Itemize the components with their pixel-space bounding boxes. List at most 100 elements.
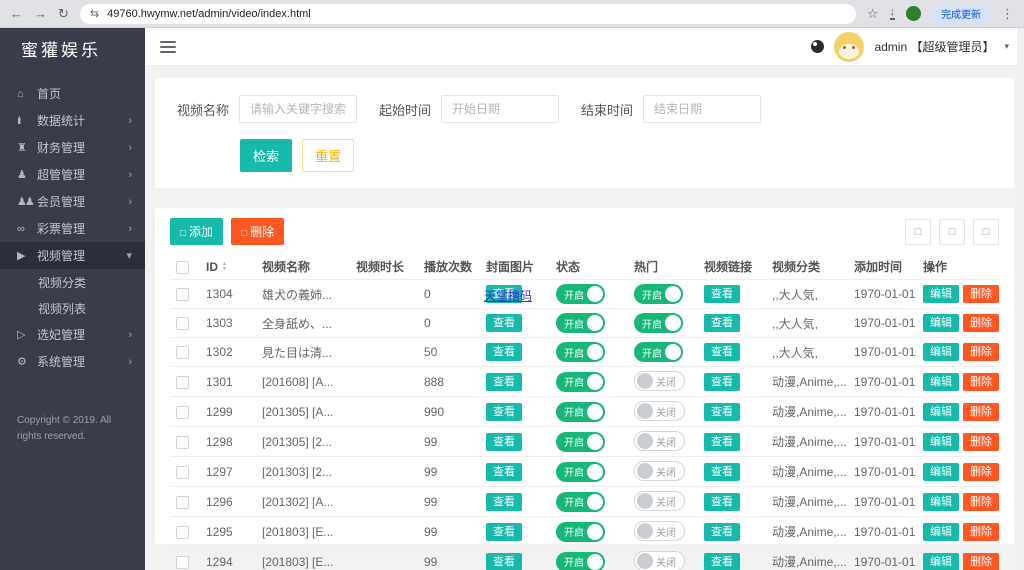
add-button[interactable]: □ 添加 <box>170 218 224 245</box>
cover-view-button[interactable]: 查看 <box>486 402 522 421</box>
row-checkbox[interactable] <box>176 525 189 539</box>
row-delete-button[interactable]: 删除 <box>963 552 999 570</box>
hot-switch[interactable]: 开启 <box>634 313 683 333</box>
row-checkbox[interactable] <box>176 375 189 389</box>
end-date-input[interactable] <box>643 95 762 123</box>
row-checkbox[interactable] <box>176 317 189 331</box>
hot-switch[interactable]: 关闭 <box>634 551 685 570</box>
row-checkbox[interactable] <box>176 435 189 449</box>
status-switch[interactable]: 开启 <box>556 284 605 304</box>
edit-button[interactable]: 编辑 <box>923 343 959 361</box>
link-view-button[interactable]: 查看 <box>704 522 740 541</box>
row-delete-button[interactable]: 删除 <box>963 522 999 541</box>
hot-switch[interactable]: 关闭 <box>634 401 685 421</box>
start-date-input[interactable] <box>441 95 560 123</box>
hot-switch[interactable]: 开启 <box>634 342 683 362</box>
edit-button[interactable]: 编辑 <box>923 462 959 481</box>
link-view-button[interactable]: 查看 <box>704 552 740 570</box>
row-delete-button[interactable]: 删除 <box>963 402 999 421</box>
hot-switch[interactable]: 关闭 <box>634 461 685 481</box>
row-delete-button[interactable]: 删除 <box>963 432 999 451</box>
cover-broken-link[interactable]: 天堂撸码 <box>484 287 532 304</box>
sidebar-item-0[interactable]: ⌂ 首页 <box>0 80 145 107</box>
edit-button[interactable]: 编辑 <box>923 314 959 332</box>
site-info-icon[interactable]: ⇆ <box>90 7 99 20</box>
sidebar-item-3[interactable]: ♟ 超管管理 › <box>0 161 145 188</box>
edit-button[interactable]: 编辑 <box>923 402 959 421</box>
back-icon[interactable]: ← <box>10 7 23 20</box>
status-switch[interactable]: 开启 <box>556 551 605 570</box>
status-switch[interactable]: 开启 <box>556 342 605 362</box>
cover-view-button[interactable]: 查看 <box>486 462 522 481</box>
edit-button[interactable]: 编辑 <box>923 285 959 303</box>
user-name[interactable]: admin 【超级管理员】 <box>874 38 994 55</box>
cover-view-button[interactable]: 查看 <box>486 432 522 451</box>
sidebar-subitem-0[interactable]: 视频分类 <box>0 269 145 295</box>
header-checkbox[interactable] <box>176 260 189 274</box>
status-switch[interactable]: 开启 <box>556 521 605 542</box>
row-checkbox[interactable] <box>176 495 189 509</box>
download-icon[interactable]: ↓ <box>889 7 895 20</box>
row-delete-button[interactable]: 删除 <box>963 462 999 481</box>
row-checkbox[interactable] <box>176 465 189 479</box>
cover-view-button[interactable]: 查看 <box>486 314 522 332</box>
hot-switch[interactable]: 开启 <box>634 284 683 304</box>
sidebar-item-7[interactable]: ▷ 选妃管理 › <box>0 321 145 348</box>
hot-switch[interactable]: 关闭 <box>634 431 685 451</box>
chrome-update-button[interactable]: 完成更新 <box>932 4 990 23</box>
table-filter-icon[interactable]: □ <box>905 218 931 245</box>
row-checkbox[interactable] <box>176 288 189 302</box>
status-switch[interactable]: 开启 <box>556 371 605 392</box>
row-checkbox[interactable] <box>176 346 189 360</box>
edit-button[interactable]: 编辑 <box>923 522 959 541</box>
browser-profile-avatar[interactable] <box>906 6 921 21</box>
page-scrollbar[interactable] <box>1017 28 1024 570</box>
edit-button[interactable]: 编辑 <box>923 492 959 511</box>
hot-switch[interactable]: 关闭 <box>634 371 685 391</box>
link-view-button[interactable]: 查看 <box>704 285 740 303</box>
link-view-button[interactable]: 查看 <box>704 343 740 361</box>
theme-palette-icon[interactable] <box>811 40 825 53</box>
bookmark-star-icon[interactable]: ☆ <box>867 7 879 20</box>
sidebar-subitem-1[interactable]: 视频列表 <box>0 295 145 321</box>
row-checkbox[interactable] <box>176 405 189 419</box>
cover-view-button[interactable]: 查看 <box>486 492 522 511</box>
sort-icon[interactable]: ▴ ▾ <box>223 261 226 272</box>
hot-switch[interactable]: 关闭 <box>634 491 685 511</box>
link-view-button[interactable]: 查看 <box>704 372 740 391</box>
sidebar-item-4[interactable]: ♟♟ 会员管理 › <box>0 188 145 215</box>
status-switch[interactable]: 开启 <box>556 313 605 333</box>
sidebar-item-8[interactable]: ⚙ 系统管理 › <box>0 348 145 375</box>
sidebar-item-2[interactable]: ♜ 财务管理 › <box>0 134 145 161</box>
table-print-icon[interactable]: □ <box>973 218 999 245</box>
video-name-input[interactable] <box>239 95 358 123</box>
link-view-button[interactable]: 查看 <box>704 314 740 332</box>
status-switch[interactable]: 开启 <box>556 401 605 422</box>
sidebar-item-5[interactable]: ∞ 彩票管理 › <box>0 215 145 242</box>
sidebar-item-6[interactable]: ▶ 视频管理 ▾ <box>0 242 145 269</box>
link-view-button[interactable]: 查看 <box>704 432 740 451</box>
cover-view-button[interactable]: 查看 <box>486 372 522 391</box>
hot-switch[interactable]: 关闭 <box>634 521 685 541</box>
status-switch[interactable]: 开启 <box>556 461 605 482</box>
cover-view-button[interactable]: 查看 <box>486 522 522 541</box>
status-switch[interactable]: 开启 <box>556 491 605 512</box>
user-avatar[interactable] <box>834 31 865 62</box>
cover-view-button[interactable]: 查看 <box>486 343 522 361</box>
link-view-button[interactable]: 查看 <box>704 402 740 421</box>
kebab-menu-icon[interactable]: ⋮ <box>1001 7 1014 20</box>
address-bar[interactable]: ⇆ 49760.hwymw.net/admin/video/index.html <box>79 3 856 24</box>
row-delete-button[interactable]: 删除 <box>963 343 999 361</box>
search-button[interactable]: 检索 <box>240 139 293 172</box>
edit-button[interactable]: 编辑 <box>923 552 959 570</box>
link-view-button[interactable]: 查看 <box>704 492 740 511</box>
edit-button[interactable]: 编辑 <box>923 432 959 451</box>
forward-icon[interactable]: → <box>34 7 47 20</box>
reset-button[interactable]: 重置 <box>302 139 355 172</box>
refresh-icon[interactable]: ↻ <box>58 7 69 20</box>
sidebar-item-1[interactable]: ılı 数据统计 › <box>0 107 145 134</box>
row-checkbox[interactable] <box>176 555 189 569</box>
row-delete-button[interactable]: 删除 <box>963 285 999 303</box>
row-delete-button[interactable]: 删除 <box>963 492 999 511</box>
status-switch[interactable]: 开启 <box>556 431 605 452</box>
